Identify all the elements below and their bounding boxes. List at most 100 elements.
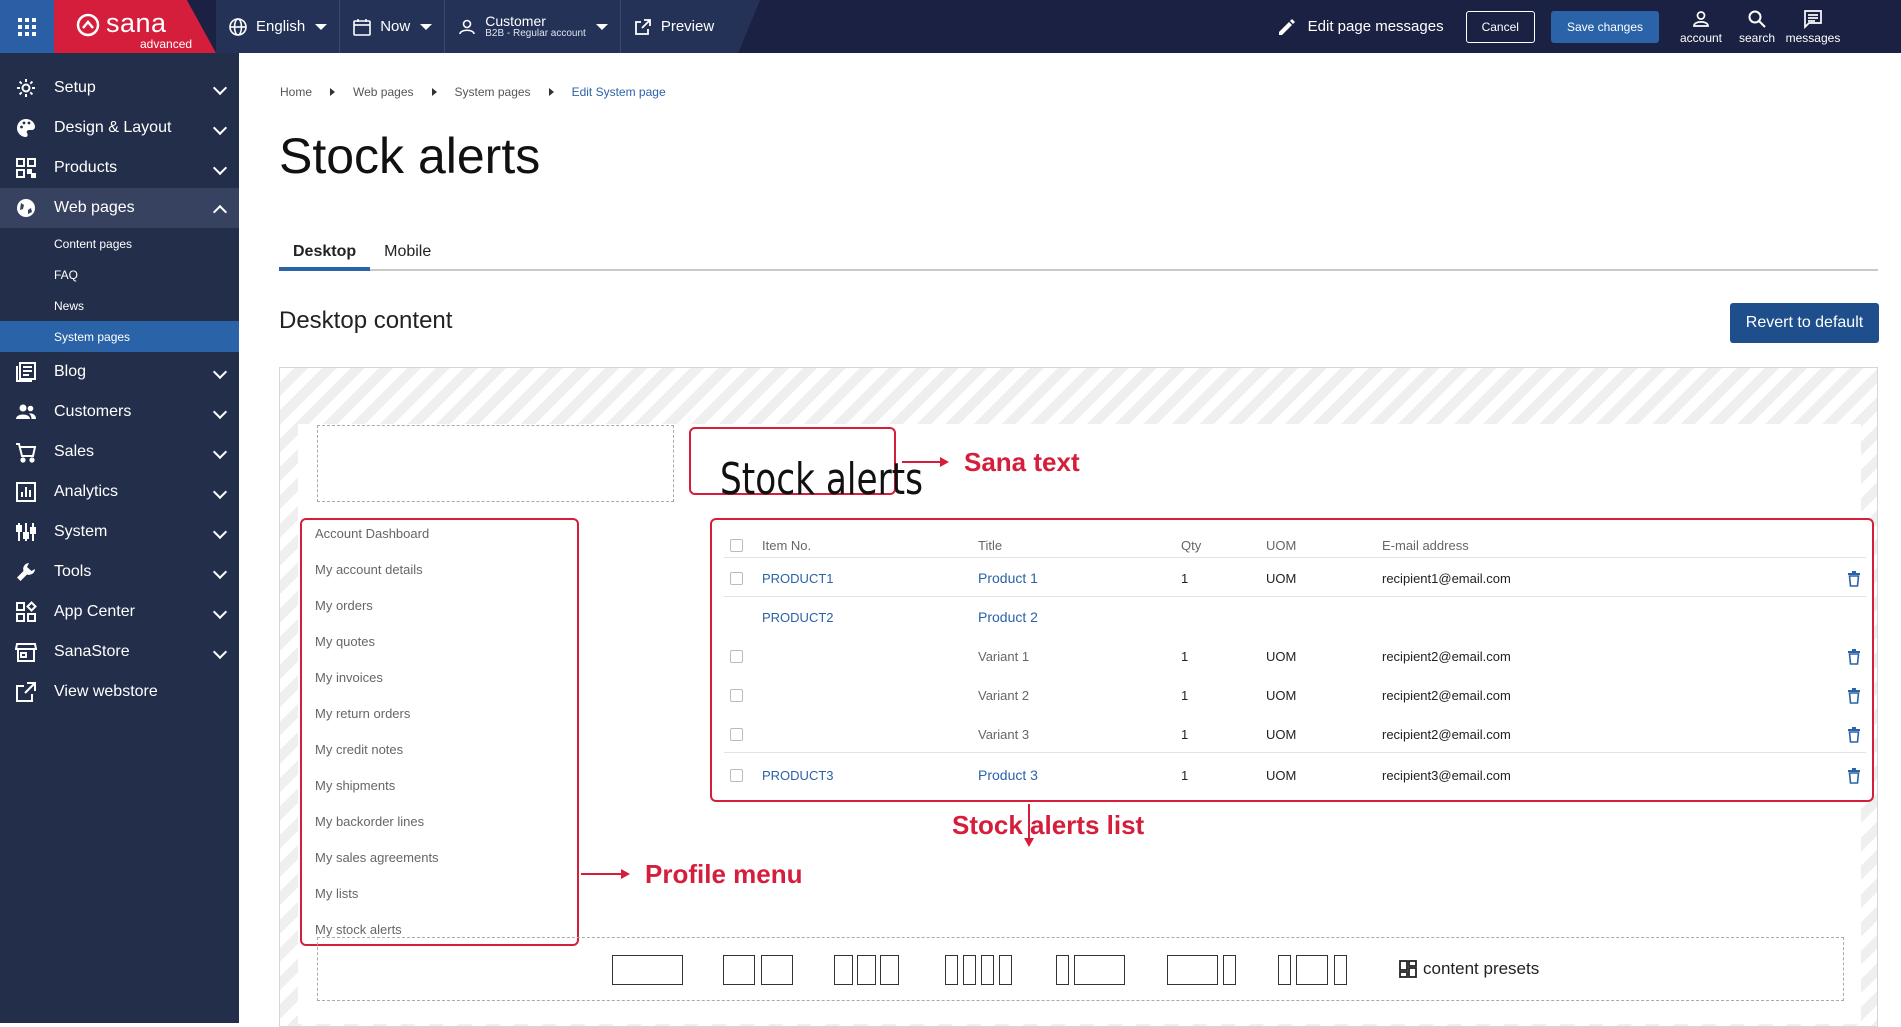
sidebar-item-label: View webstore — [54, 683, 158, 700]
uom-value: UOM — [1266, 688, 1297, 703]
sidebar-item-label: Tools — [54, 563, 92, 580]
sidebar-subitem-faq[interactable]: FAQ — [0, 259, 239, 290]
profile-menu-item[interactable]: My invoices — [315, 670, 383, 685]
title-link[interactable]: Product 3 — [978, 767, 1038, 783]
sidebar-item-tools[interactable]: Tools — [0, 552, 239, 592]
sidebar-subitem-news[interactable]: News — [0, 290, 239, 321]
email-value: recipient3@email.com — [1382, 768, 1511, 783]
breadcrumb-web-pages[interactable]: Web pages — [353, 85, 414, 99]
profile-menu-item[interactable]: My shipments — [315, 778, 395, 793]
qty-value: 1 — [1181, 688, 1189, 703]
people-icon — [16, 404, 36, 419]
sidebar-item-setup[interactable]: Setup — [0, 68, 239, 108]
empty-content-block[interactable] — [317, 425, 674, 502]
sidebar-item-analytics[interactable]: Analytics — [0, 472, 239, 512]
sidebar-item-label: Products — [54, 159, 118, 176]
breadcrumb-home[interactable]: Home — [280, 85, 312, 99]
sidebar-item-sanastore[interactable]: SanaStore — [0, 632, 239, 672]
preset-column — [981, 955, 994, 985]
preview-label: Preview — [660, 18, 715, 35]
chevron-down-icon — [420, 23, 433, 30]
col-header-uom: UOM — [1266, 538, 1297, 553]
trash-icon[interactable] — [1847, 649, 1861, 665]
row-checkbox[interactable] — [730, 572, 743, 585]
preset-column — [761, 955, 793, 985]
row-checkbox[interactable] — [730, 650, 743, 663]
col-header-title: Title — [978, 538, 1003, 553]
sidebar-item-web-pages[interactable]: Web pages — [0, 188, 239, 228]
customer-title: Customer — [485, 12, 546, 29]
sidebar-item-system[interactable]: System — [0, 512, 239, 552]
row-checkbox[interactable] — [730, 728, 743, 741]
sidebar-item-design-layout[interactable]: Design & Layout — [0, 108, 239, 148]
title-link[interactable]: Product 2 — [978, 609, 1038, 625]
edit-page-messages-button[interactable]: Edit page messages — [1276, 16, 1444, 38]
preset-column — [880, 955, 899, 985]
profile-menu-item[interactable]: My sales agreements — [315, 850, 439, 865]
sana-logo-icon — [76, 13, 100, 37]
item-no-link[interactable]: PRODUCT1 — [762, 571, 834, 586]
sidebar-item-label: Setup — [54, 79, 96, 96]
variant-title: Variant 3 — [978, 727, 1030, 742]
sidebar-item-customers[interactable]: Customers — [0, 392, 239, 432]
customer-selector[interactable]: Customer B2B - Regular account — [444, 0, 620, 53]
language-selector[interactable]: English — [216, 0, 339, 53]
cancel-button[interactable]: Cancel — [1465, 10, 1535, 43]
account-button[interactable]: account — [1673, 9, 1729, 45]
trash-icon[interactable] — [1847, 768, 1861, 784]
time-selector[interactable]: Now — [339, 0, 444, 53]
row-checkbox[interactable] — [730, 769, 743, 782]
profile-menu-item[interactable]: My account details — [315, 562, 423, 577]
sidebar-item-app-center[interactable]: App Center — [0, 592, 239, 632]
sidebar-item-sales[interactable]: Sales — [0, 432, 239, 472]
content-presets-button[interactable]: content presets — [1399, 959, 1539, 979]
stock-alerts-heading: Stock alerts — [720, 454, 924, 505]
tab-mobile[interactable]: Mobile — [370, 243, 445, 271]
sidebar-item-blog[interactable]: Blog — [0, 352, 239, 392]
item-no-link[interactable]: PRODUCT3 — [762, 768, 834, 783]
trash-icon[interactable] — [1847, 571, 1861, 587]
sidebar: Setup Design & Layout Products Web pages… — [0, 53, 239, 1023]
chevron-down-icon — [212, 80, 228, 96]
trash-icon[interactable] — [1847, 727, 1861, 743]
revert-to-default-button[interactable]: Revert to default — [1730, 303, 1879, 343]
chevron-down-icon — [212, 644, 228, 660]
title-link[interactable]: Product 1 — [978, 570, 1038, 586]
profile-menu-item[interactable]: My backorder lines — [315, 814, 424, 829]
select-all-checkbox[interactable] — [730, 539, 743, 552]
profile-menu-item[interactable]: My quotes — [315, 634, 375, 649]
palette-icon — [17, 119, 35, 137]
messages-button[interactable]: messages — [1785, 9, 1841, 45]
profile-menu-item[interactable]: My credit notes — [315, 742, 403, 757]
item-no-link[interactable]: PRODUCT2 — [762, 610, 834, 625]
section-title: Desktop content — [279, 307, 453, 334]
messages-icon — [1804, 9, 1822, 29]
preset-column — [1167, 955, 1218, 985]
search-button[interactable]: search — [1729, 9, 1785, 45]
profile-menu-item[interactable]: My lists — [315, 886, 358, 901]
preview-button[interactable]: Preview — [619, 0, 726, 53]
sidebar-item-view-webstore[interactable]: View webstore — [0, 672, 239, 712]
sidebar-subitem-content-pages[interactable]: Content pages — [0, 228, 239, 259]
arrow-right-icon — [581, 869, 630, 879]
system-icon — [16, 523, 36, 541]
profile-menu-item[interactable]: My return orders — [315, 706, 410, 721]
grid-icon — [18, 17, 36, 36]
sana-logo[interactable]: sana advanced — [54, 0, 216, 53]
save-changes-button[interactable]: Save changes — [1550, 10, 1659, 43]
profile-menu-item[interactable]: Account Dashboard — [315, 526, 429, 541]
row-divider — [724, 596, 1866, 597]
sidebar-item-label: System — [54, 523, 108, 540]
sidebar-item-products[interactable]: Products — [0, 148, 239, 188]
row-checkbox[interactable] — [730, 689, 743, 702]
sidebar-subitem-system-pages[interactable]: System pages — [0, 321, 239, 352]
profile-menu-item[interactable]: My orders — [315, 598, 373, 613]
main-content: Home Web pages System pages Edit System … — [239, 53, 1901, 1027]
breadcrumb-system-pages[interactable]: System pages — [455, 85, 531, 99]
preset-column — [999, 955, 1012, 985]
trash-icon[interactable] — [1847, 688, 1861, 704]
profile-menu-item[interactable]: My stock alerts — [315, 922, 402, 937]
chevron-down-icon — [212, 484, 228, 500]
tab-desktop[interactable]: Desktop — [279, 243, 371, 271]
apps-grid-button[interactable] — [0, 0, 54, 53]
